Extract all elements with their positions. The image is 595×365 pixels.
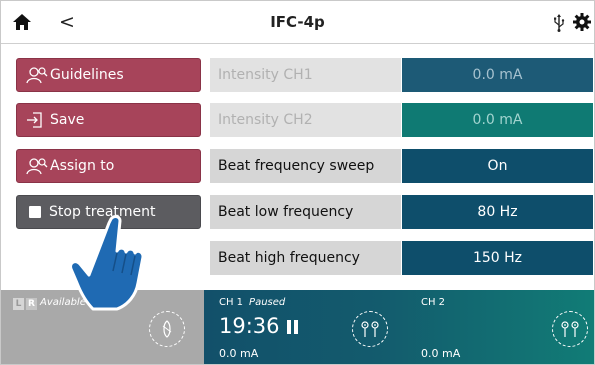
ch2-electrode-icon[interactable]	[552, 311, 588, 347]
electrode-slot-icon[interactable]	[149, 311, 185, 347]
beat-high-frequency-label[interactable]: Beat high frequency	[210, 241, 401, 275]
page-title: IFC-4p	[270, 13, 325, 31]
right-tag: R	[26, 298, 37, 310]
pause-icon[interactable]	[287, 320, 298, 334]
beat-frequency-sweep-label[interactable]: Beat frequency sweep	[210, 149, 401, 183]
ch1-intensity: 0.0 mA	[219, 347, 259, 360]
assign-to-button[interactable]: Assign to	[16, 149, 201, 183]
guidelines-label: Guidelines	[50, 67, 124, 83]
header-bar: < IFC-4p	[1, 1, 594, 44]
guidelines-icon	[26, 66, 48, 84]
beat-low-frequency-value[interactable]: 80 Hz	[402, 195, 593, 229]
intensity-ch1-label: Intensity CH1	[210, 58, 401, 92]
beat-high-frequency-value[interactable]: 150 Hz	[402, 241, 593, 275]
gear-icon[interactable]	[572, 12, 592, 32]
checkbox-icon[interactable]	[29, 206, 41, 218]
ch1-label: CH 1	[219, 297, 244, 308]
ch2-intensity: 0.0 mA	[421, 347, 461, 360]
beat-low-frequency-label[interactable]: Beat low frequency	[210, 195, 401, 229]
guidelines-button[interactable]: Guidelines	[16, 58, 201, 92]
save-button[interactable]: Save	[16, 103, 201, 137]
save-label: Save	[50, 112, 85, 128]
left-tag: L	[13, 298, 24, 310]
pointing-hand-icon	[69, 215, 145, 311]
ch1-electrode-icon[interactable]	[352, 311, 388, 347]
treatment-timer: 19:36	[219, 314, 280, 338]
save-icon	[26, 111, 48, 129]
assign-icon	[26, 157, 48, 175]
usb-icon	[554, 14, 565, 32]
ch1-header: CH 1 Paused	[219, 297, 285, 308]
assign-to-label: Assign to	[50, 158, 115, 174]
intensity-ch1-value[interactable]: 0.0 mA	[402, 58, 593, 92]
beat-frequency-sweep-value[interactable]: On	[402, 149, 593, 183]
intensity-ch2-value[interactable]: 0.0 mA	[402, 103, 593, 137]
intensity-ch2-label: Intensity CH2	[210, 103, 401, 137]
ch1-status: Paused	[249, 297, 286, 308]
device-screen: < IFC-4p Guidelines Save Assign to Stop …	[0, 0, 595, 365]
ch2-label: CH 2	[421, 297, 446, 308]
